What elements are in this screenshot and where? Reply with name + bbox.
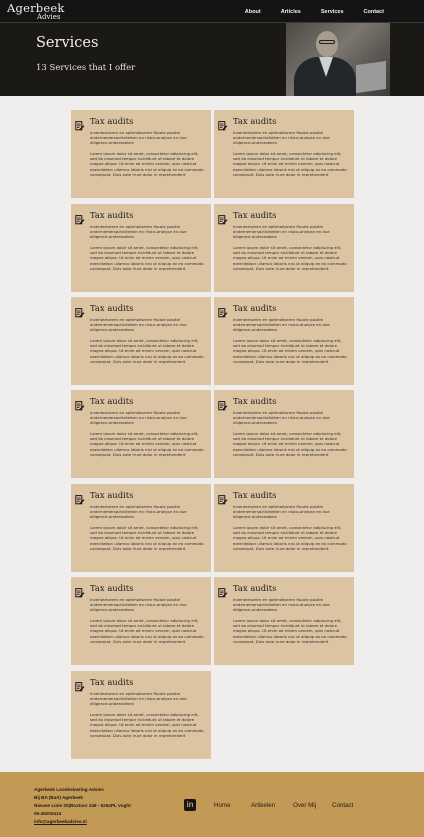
top-navbar: Agerbeek Advies About Articles Services … xyxy=(0,0,424,23)
service-body: Lorem ipsum dolor sit amet, consectetur … xyxy=(90,151,204,177)
site-logo[interactable]: Agerbeek Advies xyxy=(7,2,65,21)
service-body: Lorem ipsum dolor sit amet, consectetur … xyxy=(233,338,347,364)
photo-person-glasses xyxy=(319,40,335,44)
site-footer: Agerbeek Loonbelasting Advies Bij BA (Ba… xyxy=(0,772,424,837)
service-title: Tax audits xyxy=(233,583,277,593)
service-body: Lorem ipsum dolor sit amet, consectetur … xyxy=(90,338,204,364)
document-edit-icon xyxy=(75,396,85,411)
service-title: Tax audits xyxy=(90,490,134,500)
document-edit-icon xyxy=(75,677,85,692)
service-intro: Inventariseren en optimaliseren fiscale … xyxy=(90,691,187,707)
service-card: Tax audits Inventariseren en optimalisere… xyxy=(214,484,354,572)
hero-banner: Services 13 Services that I offer xyxy=(0,23,424,96)
main-menu: About Articles Services Contact xyxy=(225,9,384,15)
service-title: Tax audits xyxy=(90,303,134,313)
service-intro: Inventariseren en optimaliseren fiscale … xyxy=(90,317,187,333)
linkedin-icon[interactable]: in xyxy=(184,799,196,811)
nav-link-contact[interactable]: Contact xyxy=(364,9,384,15)
footer-address: Agerbeek Loonbelasting Advies Bij BA (Ba… xyxy=(34,786,131,826)
document-edit-icon xyxy=(75,210,85,225)
photo-person-head xyxy=(316,31,338,57)
service-card: Tax audits Inventariseren en optimalisere… xyxy=(214,577,354,665)
footer-email[interactable]: info@agerbeekadvies.nl xyxy=(34,818,131,826)
service-title: Tax audits xyxy=(233,490,277,500)
service-body: Lorem ipsum dolor sit amet, consectetur … xyxy=(233,151,347,177)
footer-link-artikelen[interactable]: Artikelen xyxy=(251,802,275,809)
service-card: Tax audits Inventariseren en optimalisere… xyxy=(71,297,211,385)
service-card: Tax audits Inventariseren en optimalisere… xyxy=(214,390,354,478)
service-intro: Inventariseren en optimaliseren fiscale … xyxy=(233,410,330,426)
page-subtitle: 13 Services that I offer xyxy=(36,63,136,73)
service-body: Lorem ipsum dolor sit amet, consectetur … xyxy=(90,618,204,644)
service-title: Tax audits xyxy=(90,677,134,687)
footer-company: Agerbeek Loonbelasting Advies xyxy=(34,787,104,792)
service-body: Lorem ipsum dolor sit amet, consectetur … xyxy=(233,431,347,457)
service-title: Tax audits xyxy=(233,116,277,126)
service-intro: Inventariseren en optimaliseren fiscale … xyxy=(90,410,187,426)
service-intro: Inventariseren en optimaliseren fiscale … xyxy=(90,597,187,613)
service-card: Tax audits Inventariseren en optimalisere… xyxy=(214,297,354,385)
service-body: Lorem ipsum dolor sit amet, consectetur … xyxy=(233,618,347,644)
service-body: Lorem ipsum dolor sit amet, consectetur … xyxy=(233,245,347,271)
service-card: Tax audits Inventariseren en optimalisere… xyxy=(71,110,211,198)
service-card: Tax audits Inventariseren en optimalisere… xyxy=(71,204,211,292)
service-intro: Inventariseren en optimaliseren fiscale … xyxy=(90,130,187,146)
nav-link-about[interactable]: About xyxy=(245,9,261,15)
service-body: Lorem ipsum dolor sit amet, consectetur … xyxy=(90,712,204,738)
footer-legal-name: Bij BA (BaX) Agerbeek xyxy=(34,795,83,800)
document-edit-icon xyxy=(218,210,228,225)
portrait-photo xyxy=(286,23,390,96)
service-title: Tax audits xyxy=(233,210,277,220)
service-intro: Inventariseren en optimaliseren fiscale … xyxy=(90,224,187,240)
service-intro: Inventariseren en optimaliseren fiscale … xyxy=(233,504,330,520)
service-body: Lorem ipsum dolor sit amet, consectetur … xyxy=(233,525,347,551)
service-title: Tax audits xyxy=(90,116,134,126)
service-title: Tax audits xyxy=(233,396,277,406)
service-title: Tax audits xyxy=(233,303,277,313)
service-intro: Inventariseren en optimaliseren fiscale … xyxy=(90,504,187,520)
page-title: Services xyxy=(36,35,99,51)
service-title: Tax audits xyxy=(90,583,134,593)
footer-link-home[interactable]: Home xyxy=(214,802,231,809)
service-card: Tax audits Inventariseren en optimalisere… xyxy=(71,577,211,665)
nav-link-services[interactable]: Services xyxy=(321,9,344,15)
document-edit-icon xyxy=(218,116,228,131)
document-edit-icon xyxy=(75,490,85,505)
photo-laptop xyxy=(356,60,386,94)
service-card: Tax audits Inventariseren en optimalisere… xyxy=(214,204,354,292)
service-card: Tax audits Inventariseren en optimalisere… xyxy=(71,484,211,572)
service-intro: Inventariseren en optimaliseren fiscale … xyxy=(233,130,330,146)
service-body: Lorem ipsum dolor sit amet, consectetur … xyxy=(90,525,204,551)
document-edit-icon xyxy=(75,116,85,131)
footer-link-contact[interactable]: Contact xyxy=(332,802,353,809)
service-card: Tax audits Inventariseren en optimalisere… xyxy=(214,110,354,198)
service-intro: Inventariseren en optimaliseren fiscale … xyxy=(233,597,330,613)
service-body: Lorem ipsum dolor sit amet, consectetur … xyxy=(90,431,204,457)
service-body: Lorem ipsum dolor sit amet, consectetur … xyxy=(90,245,204,271)
service-title: Tax audits xyxy=(90,210,134,220)
service-card: Tax audits Inventariseren en optimalisere… xyxy=(71,671,211,759)
footer-street: Nieuwe Linie 20(Boxtoor 248 - 5264PL Vug… xyxy=(34,803,131,808)
service-card: Tax audits Inventariseren en optimalisere… xyxy=(71,390,211,478)
service-title: Tax audits xyxy=(90,396,134,406)
document-edit-icon xyxy=(218,490,228,505)
document-edit-icon xyxy=(75,303,85,318)
nav-link-articles[interactable]: Articles xyxy=(281,9,301,15)
service-intro: Inventariseren en optimaliseren fiscale … xyxy=(233,224,330,240)
footer-link-over-mij[interactable]: Over Mij xyxy=(293,802,316,809)
footer-phone[interactable]: 06-46200414 xyxy=(34,810,131,818)
document-edit-icon xyxy=(218,396,228,411)
document-edit-icon xyxy=(218,303,228,318)
document-edit-icon xyxy=(75,583,85,598)
service-intro: Inventariseren en optimaliseren fiscale … xyxy=(233,317,330,333)
document-edit-icon xyxy=(218,583,228,598)
